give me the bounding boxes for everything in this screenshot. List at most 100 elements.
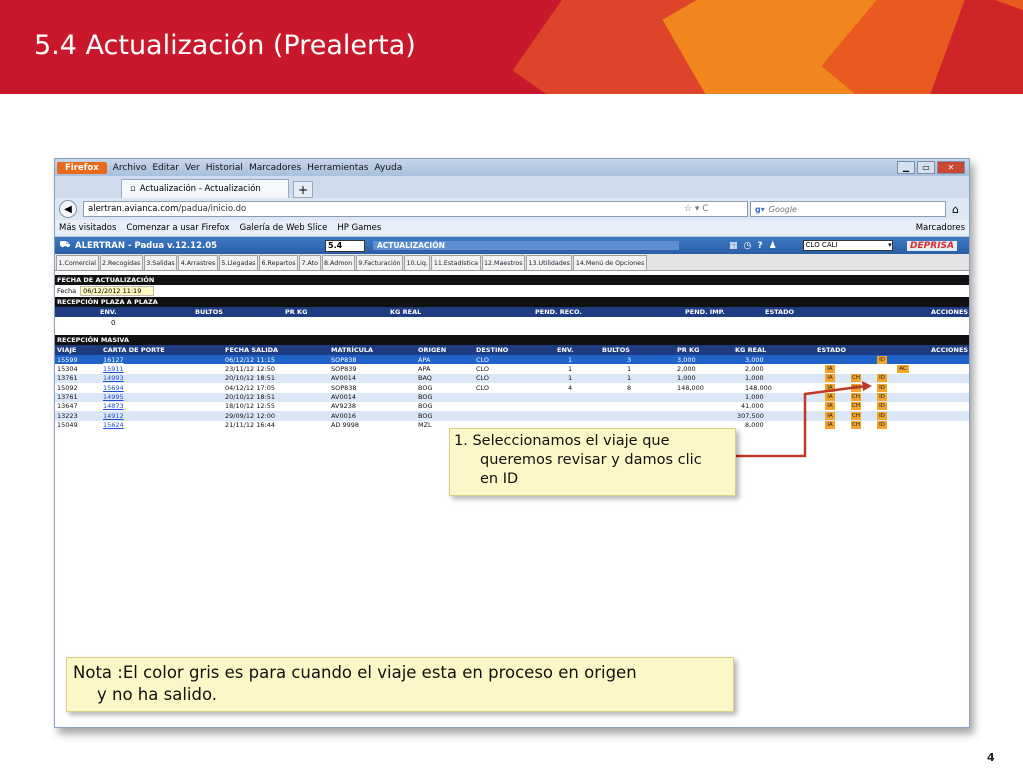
branch-select[interactable]: CLO CALI ▾ bbox=[802, 240, 893, 251]
menu-editar[interactable]: Editar bbox=[152, 163, 179, 173]
module-name: ACTUALIZACIÓN bbox=[373, 241, 679, 250]
menu-ayuda[interactable]: Ayuda bbox=[374, 163, 402, 173]
menu-herramientas[interactable]: Herramientas bbox=[307, 163, 368, 173]
firefox-menu-button[interactable]: Firefox bbox=[57, 161, 107, 174]
tab-estadistica[interactable]: 11.Estadística bbox=[431, 255, 481, 270]
plaza-section-title: RECEPCIÓN PLAZA A PLAZA bbox=[55, 297, 969, 307]
fecha-field[interactable]: 06/12/2012 11:19 bbox=[80, 286, 155, 296]
tab-repartos[interactable]: 6.Repartos bbox=[258, 255, 298, 270]
cell-fecha: 20/10/12 18:51 bbox=[225, 374, 275, 383]
table-row[interactable]: 13223 14912 29/09/12 12:00 AV0016 BOG 30… bbox=[55, 411, 969, 421]
tab-arrastres[interactable]: 4.Arrastres bbox=[178, 255, 218, 270]
tab-llegadas[interactable]: 5.Llegadas bbox=[218, 255, 258, 270]
estado-id-button[interactable]: ID bbox=[877, 421, 887, 430]
estado-ia-badge[interactable]: IA bbox=[825, 364, 835, 373]
module-code-input[interactable]: 5.4 bbox=[325, 239, 365, 252]
note-callout: Nota :El color gris es para cuando el vi… bbox=[66, 657, 734, 712]
new-tab-icon[interactable]: + bbox=[293, 181, 313, 198]
search-input[interactable]: g▾ Google bbox=[750, 201, 946, 217]
menu-ver[interactable]: Ver bbox=[185, 163, 200, 173]
bookmark-web-slice[interactable]: Galería de Web Slice bbox=[240, 223, 328, 233]
cell-viaje: 13647 bbox=[57, 402, 78, 411]
close-icon[interactable]: ✕ bbox=[937, 161, 965, 174]
table-row[interactable]: 13761 14995 20/10/12 18:51 AV0014 BOG 1,… bbox=[55, 392, 969, 402]
tab-admon[interactable]: 8.Admon bbox=[321, 255, 355, 270]
cell-viaje: 15092 bbox=[57, 383, 78, 392]
estado-ia-badge[interactable]: IA bbox=[825, 374, 835, 383]
tab-liq[interactable]: 10.Liq. bbox=[404, 255, 431, 270]
step-callout: 1. Seleccionamos el viaje que queremos r… bbox=[449, 428, 736, 496]
estado-id-button[interactable]: ID bbox=[877, 393, 887, 402]
bookmark-hp-games[interactable]: HP Games bbox=[337, 223, 381, 233]
carta-link[interactable]: 14873 bbox=[103, 402, 124, 410]
tab-ato[interactable]: 7.Ato bbox=[299, 255, 321, 270]
maximize-icon[interactable]: ▭ bbox=[917, 161, 935, 174]
estado-ia-badge[interactable]: IA bbox=[825, 383, 835, 392]
chevron-down-icon: ▾ bbox=[888, 241, 892, 249]
bookmark-mas-visitados[interactable]: Más visitados bbox=[59, 223, 116, 233]
cell-origen: BOG bbox=[418, 393, 433, 402]
menu-archivo[interactable]: Archivo bbox=[113, 163, 147, 173]
table-row[interactable]: 15092 15694 04/12/12 17:05 SOP838 BOG CL… bbox=[55, 383, 969, 393]
bookmarks-menu[interactable]: Marcadores bbox=[916, 223, 965, 233]
tab-salidas[interactable]: 3.Salidas bbox=[143, 255, 178, 270]
estado-id-button[interactable]: ID bbox=[877, 411, 887, 420]
menu-marcadores[interactable]: Marcadores bbox=[249, 163, 301, 173]
carta-link[interactable]: 14993 bbox=[103, 374, 124, 382]
plaza-col-estado: ESTADO bbox=[765, 308, 795, 316]
table-row[interactable]: 13761 14993 20/10/12 18:51 AV0014 BAQ CL… bbox=[55, 373, 969, 384]
tab-menu-opciones[interactable]: 14.Menú de Opciones bbox=[573, 255, 647, 270]
app-toolbar-icons[interactable]: ▦◷?♟ bbox=[729, 241, 783, 251]
cell-viaje: 13761 bbox=[57, 374, 78, 383]
tab-utilidades[interactable]: 13.Utilidades bbox=[526, 255, 573, 270]
tab-maestros[interactable]: 12.Maestros bbox=[481, 255, 526, 270]
window-controls: ▁ ▭ ✕ bbox=[897, 161, 965, 174]
browser-tab[interactable]: ▫ Actualización - Actualización bbox=[121, 179, 289, 198]
estado-ch-badge[interactable]: CH bbox=[851, 393, 861, 402]
estado-ch-badge[interactable]: CH bbox=[851, 411, 861, 420]
home-icon[interactable]: ⌂ bbox=[952, 203, 959, 216]
cell-prkg: 148,000 bbox=[677, 383, 704, 392]
table-row[interactable]: 13647 14873 18/10/12 12:55 AV9238 BOG 41… bbox=[55, 401, 969, 412]
minimize-icon[interactable]: ▁ bbox=[897, 161, 915, 174]
carta-link[interactable]: 15694 bbox=[103, 384, 124, 392]
bookmark-star-icon[interactable]: ☆ ▾ C bbox=[684, 204, 744, 214]
estado-ch-badge[interactable]: CH bbox=[851, 421, 861, 430]
table-row[interactable]: 15599 16127 06/12/12 11:15 SOP838 APA CL… bbox=[55, 355, 969, 365]
carta-link[interactable]: 14912 bbox=[103, 412, 124, 420]
estado-id-button[interactable]: ID bbox=[877, 355, 887, 364]
carta-link[interactable]: 16127 bbox=[103, 356, 124, 364]
estado-ia-badge[interactable]: IA bbox=[825, 421, 835, 430]
estado-id-button[interactable]: ID bbox=[877, 374, 887, 383]
estado-ch-badge[interactable]: CH bbox=[851, 402, 861, 411]
menu-historial[interactable]: Historial bbox=[206, 163, 243, 173]
cell-fecha: 04/12/12 17:05 bbox=[225, 383, 275, 392]
estado-ch-badge[interactable]: CH bbox=[851, 383, 861, 392]
cell-kgreal: 148,000 bbox=[745, 383, 772, 392]
url-bar[interactable]: alertran.avianca.com /padua/inicio.do bbox=[83, 201, 748, 217]
carta-link[interactable]: 15911 bbox=[103, 365, 124, 373]
bookmark-comenzar[interactable]: Comenzar a usar Firefox bbox=[126, 223, 229, 233]
plaza-col-bultos: BULTOS bbox=[195, 308, 223, 316]
url-path: /padua/inicio.do bbox=[178, 204, 247, 214]
slide-title: 5.4 Actualización (Prealerta) bbox=[34, 30, 416, 61]
estado-ch-badge[interactable]: CH bbox=[851, 374, 861, 383]
estado-id-button[interactable]: ID bbox=[877, 383, 887, 392]
cell-bultos: 3 bbox=[627, 355, 632, 364]
carta-link[interactable]: 15624 bbox=[103, 421, 124, 429]
cell-kgreal: 307,500 bbox=[737, 411, 764, 420]
back-icon[interactable]: ◀ bbox=[59, 200, 77, 218]
carta-link[interactable]: 14995 bbox=[103, 393, 124, 401]
estado-ia-badge[interactable]: IA bbox=[825, 402, 835, 411]
estado-id-button[interactable]: ID bbox=[877, 402, 887, 411]
plaza-env-value: 0 bbox=[111, 319, 116, 327]
accion-ac-button[interactable]: AC bbox=[897, 364, 909, 373]
col-estado: ESTADO bbox=[817, 346, 847, 354]
estado-ia-badge[interactable]: IA bbox=[825, 411, 835, 420]
table-row[interactable]: 15304 15911 23/11/12 12:50 SOP839 APA CL… bbox=[55, 364, 969, 374]
tab-recogidas[interactable]: 2.Recogidas bbox=[99, 255, 143, 270]
estado-ia-badge[interactable]: IA bbox=[825, 393, 835, 402]
cell-fecha: 29/09/12 12:00 bbox=[225, 411, 275, 420]
tab-facturacion[interactable]: 9.Facturación bbox=[355, 255, 404, 270]
tab-comercial[interactable]: 1.Comercial bbox=[56, 255, 99, 270]
